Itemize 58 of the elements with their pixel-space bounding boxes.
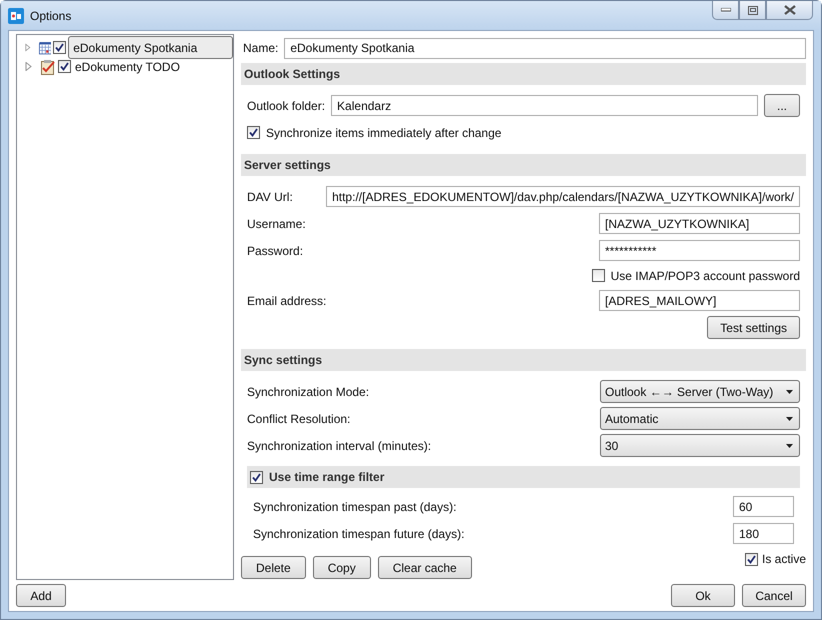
checkbox-label: Is active <box>762 552 806 566</box>
field-label: Username: <box>247 216 307 230</box>
section-title: Sync settings <box>244 353 322 367</box>
field-label: Synchronization Mode: <box>247 384 370 398</box>
section-title: Outlook Settings <box>244 67 340 81</box>
field-label: Synchronization timespan past (days): <box>253 500 458 514</box>
text-field[interactable]: http://[ADRES_EDOKUMENTOW]/dav.php/calendars/[NAZWA_UZYTKOWNIKA]/work/ <box>326 186 800 207</box>
text-field[interactable]: *********** <box>599 240 800 261</box>
button[interactable]: Copy <box>312 556 371 579</box>
dropdown[interactable]: Outlook ←→ Server (Two-Way) <box>600 380 800 403</box>
clipboard-icon <box>40 58 56 74</box>
number-field[interactable]: 180 <box>733 523 794 544</box>
field-label: Synchronization timespan future (days): <box>253 526 466 540</box>
minimize-button[interactable] <box>712 1 739 20</box>
button[interactable]: Add <box>16 584 66 607</box>
button[interactable]: Ok <box>671 584 735 607</box>
close-icon <box>784 5 796 15</box>
minimize-icon <box>720 8 730 12</box>
checkbox[interactable] <box>53 41 66 54</box>
field-label: Conflict Resolution: <box>247 412 352 426</box>
checkbox[interactable] <box>247 126 260 139</box>
field-label: Outlook folder: <box>247 98 326 112</box>
close-button[interactable] <box>766 1 813 20</box>
maximize-icon <box>748 6 758 14</box>
browse-button[interactable]: ... <box>764 94 800 117</box>
checkbox[interactable] <box>250 470 263 484</box>
button[interactable]: Cancel <box>742 584 806 607</box>
text-field[interactable]: [NAZWA_UZYTKOWNIKA] <box>599 213 800 234</box>
text-field[interactable]: [ADRES_MAILOWY] <box>599 290 800 311</box>
checkbox[interactable] <box>58 60 71 73</box>
dropdown-arrow-icon <box>786 390 793 394</box>
window-title: Options <box>30 8 72 22</box>
field-label: Synchronization interval (minutes): <box>247 438 432 452</box>
checkbox-label: Synchronize items immediately after change <box>266 126 502 140</box>
button[interactable]: Clear cache <box>378 556 472 579</box>
dropdown-arrow-icon <box>786 416 793 420</box>
calendar-icon <box>38 40 52 56</box>
button[interactable]: Delete <box>241 556 306 579</box>
tree-item[interactable]: eDokumenty Spotkania <box>68 36 233 59</box>
checkbox-label: Use IMAP/POP3 account password <box>610 268 800 282</box>
dropdown-arrow-icon <box>786 444 793 448</box>
field-label: Name: <box>243 41 278 55</box>
dropdown[interactable]: 30 <box>600 434 800 457</box>
checkbox[interactable] <box>744 552 758 566</box>
app-icon <box>8 8 24 24</box>
name-field[interactable]: eDokumenty Spotkania <box>284 38 806 58</box>
text-field[interactable]: Kalendarz <box>331 95 758 116</box>
tree-item[interactable]: eDokumenty TODO <box>73 58 182 74</box>
section-title: Use time range filter <box>269 470 384 484</box>
field-label: Email address: <box>247 294 328 308</box>
number-field[interactable]: 60 <box>733 496 794 517</box>
dropdown[interactable]: Automatic <box>600 407 800 430</box>
checkbox[interactable] <box>592 269 605 282</box>
field-label: DAV Url: <box>247 190 294 204</box>
section-title: Server settings <box>244 158 331 172</box>
maximize-button[interactable] <box>739 1 766 20</box>
field-label: Password: <box>247 244 304 258</box>
button[interactable]: Test settings <box>707 316 800 339</box>
